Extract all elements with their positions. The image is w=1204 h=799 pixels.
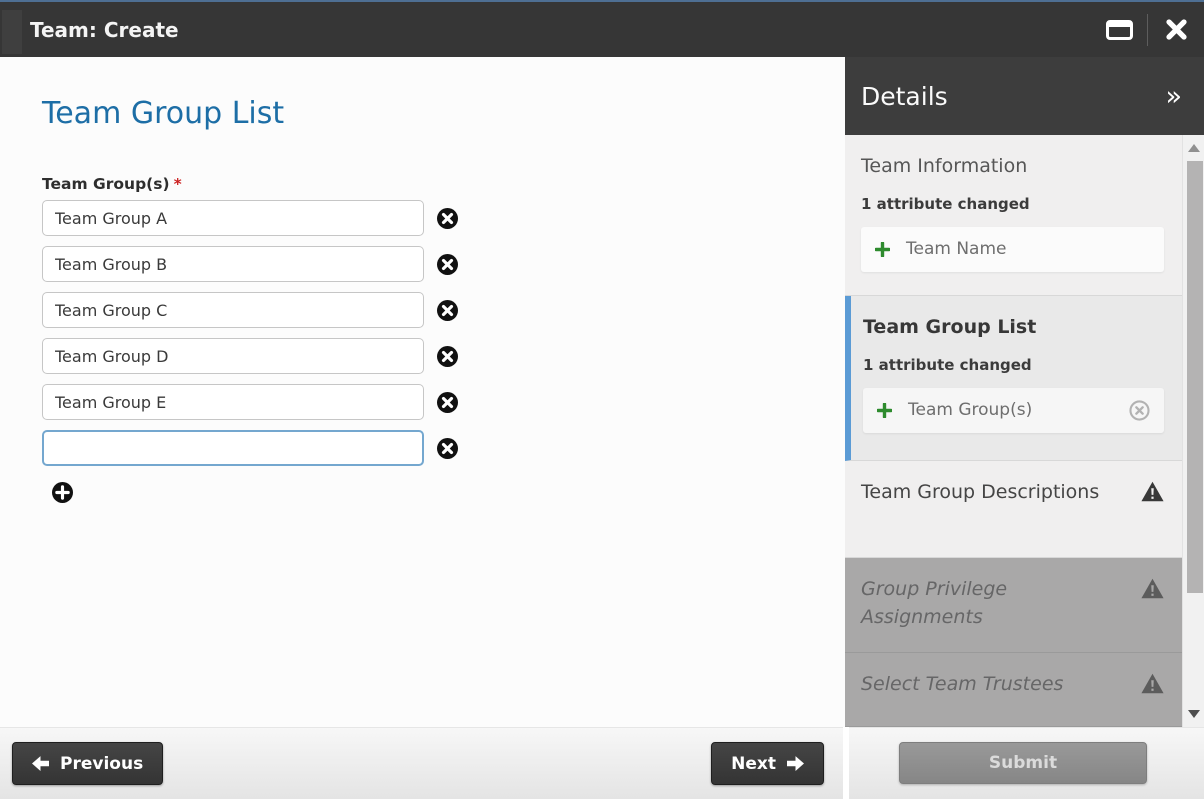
submit-button-label: Submit bbox=[989, 753, 1057, 773]
remove-group-button-2[interactable] bbox=[437, 254, 458, 275]
team-group-input-4[interactable] bbox=[42, 338, 424, 374]
remove-group-button-3[interactable] bbox=[437, 300, 458, 321]
maximize-button[interactable] bbox=[1091, 2, 1147, 57]
remove-circle-icon bbox=[437, 346, 458, 367]
details-title: Details bbox=[861, 82, 948, 111]
scroll-down-icon[interactable] bbox=[1188, 710, 1200, 718]
team-group-row bbox=[42, 292, 845, 328]
warning-icon bbox=[1141, 481, 1164, 506]
details-section-team-group-list-active[interactable]: Team Group List 1 attribute changed Team… bbox=[845, 296, 1182, 461]
page-title: Team Group List bbox=[42, 95, 845, 133]
team-group-input-3[interactable] bbox=[42, 292, 424, 328]
changed-attribute-label: Team Name bbox=[906, 239, 1007, 259]
team-group-row bbox=[42, 430, 845, 466]
team-group-input-1[interactable] bbox=[42, 200, 424, 236]
team-group-row bbox=[42, 384, 845, 420]
next-button[interactable]: Next bbox=[711, 742, 824, 785]
window-title: Team: Create bbox=[30, 18, 179, 42]
footer-submit-area: Submit bbox=[849, 727, 1204, 799]
changed-attribute-label: Team Group(s) bbox=[908, 400, 1032, 420]
team-group-row bbox=[42, 338, 845, 374]
titlebar-accent bbox=[2, 10, 22, 54]
details-panel: Details » Team Information 1 attribute c… bbox=[845, 57, 1204, 727]
submit-button[interactable]: Submit bbox=[899, 742, 1147, 784]
details-section-select-team-trustees: Select Team Trustees bbox=[845, 653, 1182, 727]
remove-group-button-5[interactable] bbox=[437, 392, 458, 413]
section-title: Group Privilege Assignments bbox=[861, 576, 1101, 631]
details-scrollbar[interactable] bbox=[1182, 135, 1204, 727]
field-label: Team Group(s)* bbox=[42, 175, 845, 193]
team-group-input-2[interactable] bbox=[42, 246, 424, 282]
warning-icon bbox=[1141, 578, 1164, 603]
collapse-panel-icon[interactable]: » bbox=[1165, 83, 1182, 110]
remove-circle-icon bbox=[437, 300, 458, 321]
details-scroll-content: Team Information 1 attribute changed Tea… bbox=[845, 135, 1182, 727]
team-group-row bbox=[42, 200, 845, 236]
main-content: Team Group List Team Group(s)* bbox=[0, 57, 845, 727]
details-body: Team Information 1 attribute changed Tea… bbox=[845, 135, 1204, 727]
team-group-list bbox=[42, 200, 845, 466]
section-title: Select Team Trustees bbox=[861, 671, 1063, 699]
changed-attribute-card-team-groups: Team Group(s) bbox=[863, 388, 1164, 433]
remove-circle-icon bbox=[437, 254, 458, 275]
changed-attribute-card-team-name: Team Name bbox=[861, 227, 1164, 272]
attributes-changed-status: 1 attribute changed bbox=[861, 195, 1164, 213]
scrollbar-thumb[interactable] bbox=[1187, 161, 1203, 593]
undo-change-icon[interactable] bbox=[1129, 400, 1150, 421]
remove-circle-icon bbox=[437, 392, 458, 413]
titlebar: Team: Create bbox=[0, 0, 1204, 57]
remove-group-button-6[interactable] bbox=[437, 438, 458, 459]
add-group-button[interactable] bbox=[52, 482, 73, 503]
section-title: Team Group List bbox=[863, 314, 1036, 342]
team-group-input-6-focused[interactable] bbox=[42, 430, 424, 466]
section-title: Team Information bbox=[861, 153, 1027, 181]
close-icon bbox=[1165, 18, 1188, 41]
footer-bar: Previous Next Submit bbox=[0, 727, 1204, 799]
arrow-left-icon bbox=[32, 756, 49, 771]
remove-circle-icon bbox=[437, 208, 458, 229]
details-section-group-privilege-assignments: Group Privilege Assignments bbox=[845, 558, 1182, 653]
arrow-right-icon bbox=[787, 756, 804, 771]
maximize-icon bbox=[1106, 20, 1133, 40]
close-button[interactable] bbox=[1148, 2, 1204, 57]
next-button-label: Next bbox=[731, 754, 776, 774]
scroll-up-icon[interactable] bbox=[1188, 144, 1200, 152]
footer-wizard-buttons: Previous Next bbox=[0, 727, 843, 799]
field-label-text: Team Group(s) bbox=[42, 175, 170, 193]
details-header: Details » bbox=[845, 57, 1204, 135]
remove-group-button-4[interactable] bbox=[437, 346, 458, 367]
previous-button[interactable]: Previous bbox=[12, 742, 163, 785]
details-section-team-group-descriptions[interactable]: Team Group Descriptions bbox=[845, 461, 1182, 558]
window-controls bbox=[1091, 2, 1204, 57]
team-group-input-5[interactable] bbox=[42, 384, 424, 420]
remove-circle-icon bbox=[437, 438, 458, 459]
add-circle-icon bbox=[52, 482, 73, 503]
details-section-team-information[interactable]: Team Information 1 attribute changed Tea… bbox=[845, 135, 1182, 296]
remove-group-button-1[interactable] bbox=[437, 208, 458, 229]
added-plus-icon bbox=[877, 403, 892, 418]
required-marker: * bbox=[174, 175, 182, 193]
warning-icon bbox=[1141, 673, 1164, 698]
section-title: Team Group Descriptions bbox=[861, 479, 1099, 507]
team-create-window: Team: Create Team Group List Team Group(… bbox=[0, 0, 1204, 799]
team-group-row bbox=[42, 246, 845, 282]
previous-button-label: Previous bbox=[60, 754, 143, 774]
added-plus-icon bbox=[875, 242, 890, 257]
attributes-changed-status: 1 attribute changed bbox=[863, 356, 1164, 374]
